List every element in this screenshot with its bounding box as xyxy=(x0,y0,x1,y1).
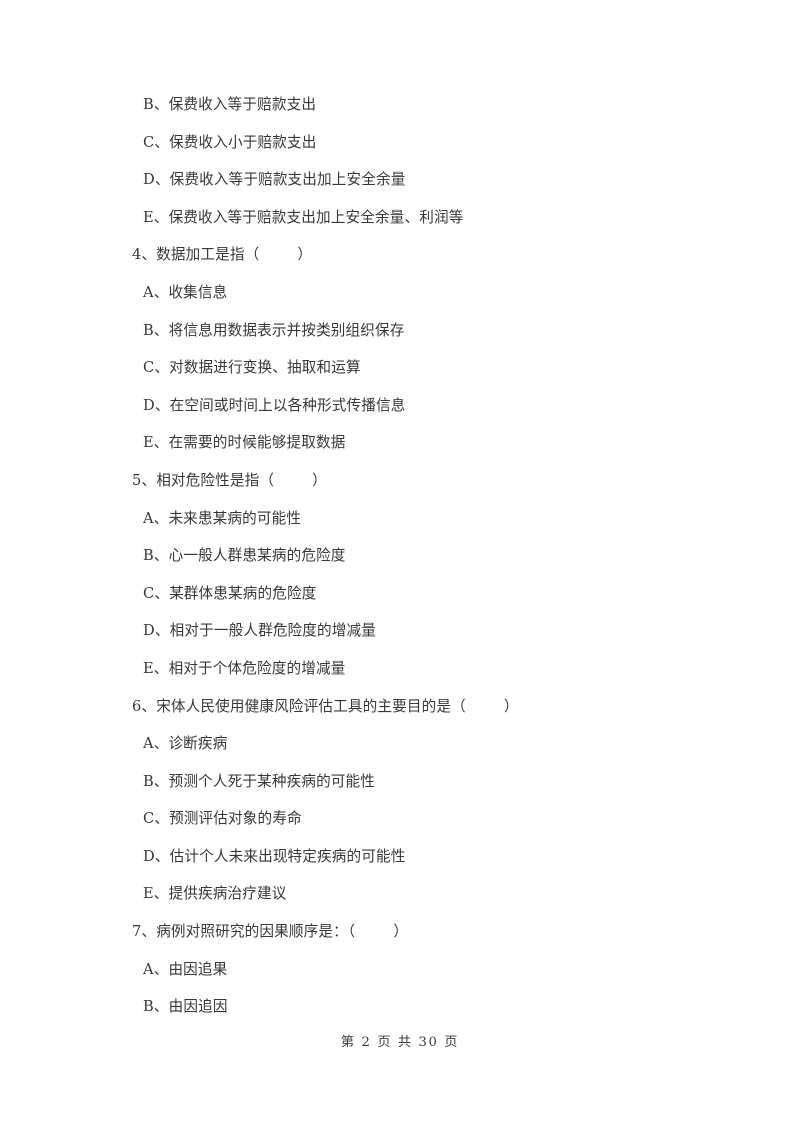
option-marker: B、 xyxy=(143,547,169,565)
option-item: E、相对于个体危险度的增减量 xyxy=(0,650,800,688)
option-text: 估计个人未来出现特定疾病的可能性 xyxy=(169,847,406,865)
question-stem: 5、相对危险性是指（ ） xyxy=(0,462,800,500)
option-marker: C、 xyxy=(143,810,170,828)
option-text: 由因追果 xyxy=(168,960,228,978)
option-marker: D、 xyxy=(143,171,170,189)
option-item: A、诊断疾病 xyxy=(0,725,800,763)
option-item: B、保费收入等于赔款支出 xyxy=(0,86,800,124)
option-item: A、未来患某病的可能性 xyxy=(0,500,800,538)
option-marker: B、 xyxy=(143,998,169,1016)
option-marker: C、 xyxy=(143,584,170,602)
question-stem-text: 宋体人民使用健康风险评估工具的主要目的是（ xyxy=(156,697,466,715)
option-marker: D、 xyxy=(143,847,170,865)
question-number: 7、 xyxy=(132,923,157,941)
question-stem-close: ） xyxy=(503,697,519,715)
option-item: E、在需要的时候能够提取数据 xyxy=(0,424,800,462)
question-stem-close: ） xyxy=(312,471,327,489)
option-text: 心一般人群患某病的危险度 xyxy=(168,547,346,565)
option-text: 保费收入等于赔款支出加上安全余量 xyxy=(169,171,406,189)
option-marker: D、 xyxy=(143,396,170,414)
option-item: D、相对于一般人群危险度的增减量 xyxy=(0,612,800,650)
option-marker: A、 xyxy=(143,735,169,753)
option-marker: C、 xyxy=(143,359,170,377)
footer-total-pages: 30 xyxy=(418,1035,439,1050)
footer-suffix: 页 xyxy=(444,1035,460,1050)
option-item: B、由因追因 xyxy=(0,988,800,1026)
option-text: 某群体患某病的危险度 xyxy=(169,584,317,602)
option-item: C、某群体患某病的危险度 xyxy=(0,575,800,613)
option-item: C、对数据进行变换、抽取和运算 xyxy=(0,349,800,387)
option-item: B、将信息用数据表示并按类别组织保存 xyxy=(0,312,800,350)
option-text: 在需要的时候能够提取数据 xyxy=(168,434,346,452)
option-marker: A、 xyxy=(143,283,169,301)
question-blocks-container: B、保费收入等于赔款支出 C、保费收入小于赔款支出 D、保费收入等于赔款支出加上… xyxy=(0,86,800,1026)
question-block-4: 4、数据加工是指（ ） A、收集信息 B、将信息用数据表示并按类别组织保存 C、对… xyxy=(0,236,800,462)
question-stem: 6、宋体人民使用健康风险评估工具的主要目的是（ ） xyxy=(0,688,800,726)
option-item: A、由因追果 xyxy=(0,951,800,989)
option-text: 由因追因 xyxy=(168,998,228,1016)
option-text: 对数据进行变换、抽取和运算 xyxy=(169,359,361,377)
page-footer: 第 2 页 共 30 页 xyxy=(0,1031,800,1050)
option-item: D、保费收入等于赔款支出加上安全余量 xyxy=(0,161,800,199)
option-text: 相对于个体危险度的增减量 xyxy=(168,659,346,677)
option-item: B、预测个人死于某种疾病的可能性 xyxy=(0,763,800,801)
option-text: 保费收入等于赔款支出 xyxy=(168,96,317,113)
footer-prefix: 第 xyxy=(340,1035,356,1050)
question-block-7: 7、病例对照研究的因果顺序是：（ ） A、由因追果 B、由因追因 xyxy=(0,913,800,1026)
question-stem: 7、病例对照研究的因果顺序是：（ ） xyxy=(0,913,800,951)
question-stem-close: ） xyxy=(297,246,313,264)
option-item: C、预测评估对象的寿命 xyxy=(0,800,800,838)
question-stem-close: ） xyxy=(393,923,409,941)
option-marker: B、 xyxy=(143,772,169,790)
question-stem-text: 病例对照研究的因果顺序是：（ xyxy=(156,923,356,941)
question-stem-text: 相对危险性是指（ xyxy=(156,471,275,489)
option-item: A、收集信息 xyxy=(0,274,800,312)
option-text: 保费收入小于赔款支出 xyxy=(169,133,317,151)
document-page: B、保费收入等于赔款支出 C、保费收入小于赔款支出 D、保费收入等于赔款支出加上… xyxy=(0,0,800,1132)
option-marker: E、 xyxy=(143,208,169,226)
option-item: C、保费收入小于赔款支出 xyxy=(0,124,800,162)
option-marker: B、 xyxy=(143,321,169,339)
option-item: D、估计个人未来出现特定疾病的可能性 xyxy=(0,838,800,876)
question-stem-text: 数据加工是指（ xyxy=(156,246,260,264)
question-number: 6、 xyxy=(132,697,157,715)
question-number: 4、 xyxy=(132,246,157,264)
footer-current-page: 2 xyxy=(361,1035,372,1050)
option-marker: E、 xyxy=(143,434,169,452)
option-item: E、提供疾病治疗建议 xyxy=(0,875,800,913)
question-block-6: 6、宋体人民使用健康风险评估工具的主要目的是（ ） A、诊断疾病 B、预测个人死于… xyxy=(0,688,800,914)
option-text: 在空间或时间上以各种形式传播信息 xyxy=(169,396,406,414)
option-marker: E、 xyxy=(143,659,169,677)
option-text: 诊断疾病 xyxy=(168,735,228,753)
option-marker: D、 xyxy=(143,622,170,640)
option-marker: A、 xyxy=(143,509,169,527)
option-marker: E、 xyxy=(143,885,169,903)
option-text: 将信息用数据表示并按类别组织保存 xyxy=(168,321,405,339)
option-text: 提供疾病治疗建议 xyxy=(168,885,287,903)
option-text: 预测个人死于某种疾病的可能性 xyxy=(168,772,376,790)
option-marker: A、 xyxy=(143,960,169,978)
option-group-continued: B、保费收入等于赔款支出 C、保费收入小于赔款支出 D、保费收入等于赔款支出加上… xyxy=(0,86,800,236)
option-text: 收集信息 xyxy=(168,283,228,301)
option-item: D、在空间或时间上以各种形式传播信息 xyxy=(0,387,800,425)
option-item: B、心一般人群患某病的危险度 xyxy=(0,537,800,575)
question-block-5: 5、相对危险性是指（ ） A、未来患某病的可能性 B、心一般人群患某病的危险度 C… xyxy=(0,462,800,688)
question-stem: 4、数据加工是指（ ） xyxy=(0,236,800,274)
option-marker: C、 xyxy=(143,133,170,151)
option-item: E、保费收入等于赔款支出加上安全余量、利润等 xyxy=(0,199,800,237)
question-number: 5、 xyxy=(132,471,157,489)
option-text: 相对于一般人群危险度的增减量 xyxy=(169,622,377,640)
footer-middle: 页 共 xyxy=(377,1035,413,1050)
option-text: 预测评估对象的寿命 xyxy=(169,810,302,828)
option-text: 保费收入等于赔款支出加上安全余量、利润等 xyxy=(168,208,464,226)
option-text: 未来患某病的可能性 xyxy=(168,509,302,527)
option-marker: B、 xyxy=(143,96,169,113)
